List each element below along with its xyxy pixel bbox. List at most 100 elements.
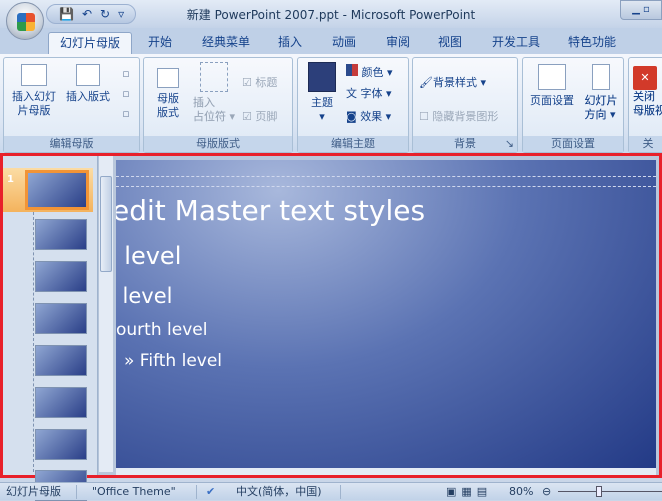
orientation-label: 幻灯片 方向 ▾ 幻灯片方向 — [585, 94, 618, 122]
close-full-label: 关闭母版视图 — [633, 90, 662, 118]
insert-placeholder-button[interactable]: 插入 占位符 ▾ 插入占位符 — [190, 62, 238, 124]
thumbnail-master[interactable] — [25, 170, 89, 210]
button-full-label: 插入占位符 — [192, 96, 226, 123]
thumbnail-layout[interactable] — [35, 345, 87, 376]
group-label: 母版版式 — [144, 136, 292, 152]
insert-slide-master-button[interactable]: 插入幻灯 片母版 — [7, 64, 61, 118]
background-styles-icon: 🖌 — [419, 76, 433, 89]
layout-connector — [33, 212, 34, 472]
tab-features[interactable]: 特色功能 — [562, 32, 622, 54]
tab-developer[interactable]: 开发工具 — [486, 32, 546, 54]
tab-slide-master[interactable]: 幻灯片母版 — [48, 32, 132, 54]
page-setup-icon — [538, 64, 566, 90]
effects-button[interactable]: ◙ 效果 ▾ — [346, 110, 391, 124]
placeholder-border — [116, 176, 656, 177]
group-label: 编辑主题 — [298, 136, 408, 152]
button-full-label: 幻灯片方向 — [584, 94, 618, 121]
fonts-button[interactable]: 文 字体 ▾ — [346, 87, 392, 101]
button-label: 页面设置 — [530, 94, 574, 107]
group-label: 背景 ↘ — [413, 136, 517, 152]
zoom-out-button[interactable]: ⊖ — [542, 483, 551, 500]
tab-animation[interactable]: 动画 — [326, 32, 362, 54]
slide-thumbnail-pane: 1 — [3, 156, 98, 501]
thumbnail-layout[interactable] — [35, 219, 87, 250]
tab-view[interactable]: 视图 — [432, 32, 468, 54]
zoom-slider[interactable] — [558, 491, 662, 492]
horizontal-scrollbar[interactable] — [116, 468, 656, 475]
slide-canvas[interactable]: edit Master text styles l level l level … — [116, 160, 656, 468]
thumbnail-layout[interactable] — [35, 261, 87, 292]
dialog-launcher-icon[interactable]: ↘ — [505, 136, 514, 152]
insert-master-icon — [21, 64, 47, 86]
theme-status: "Office Theme" — [92, 485, 176, 498]
effects-icon: ◙ — [346, 110, 357, 123]
hide-background-checkbox[interactable]: ☐ 隐藏背景图形 — [419, 110, 498, 124]
close-icon: ✕ — [633, 66, 657, 90]
status-divider — [196, 485, 197, 499]
small-master-tools[interactable]: ▫ ▫ ▫ — [118, 64, 134, 124]
group-master-layout: 母版 版式 插入 占位符 ▾ 插入占位符 ☑ 标题 ☑ 页脚 母版版式 — [143, 57, 293, 153]
fonts-icon: 文 — [346, 87, 357, 100]
tab-insert[interactable]: 插入 — [272, 32, 308, 54]
status-divider — [340, 485, 341, 499]
slide-orientation-button[interactable]: 幻灯片 方向 ▾ 幻灯片方向 — [579, 64, 623, 122]
scrollbar-thumb[interactable] — [100, 176, 112, 272]
office-button[interactable] — [6, 2, 44, 40]
button-label: 母版 — [157, 92, 179, 105]
button-full-label: 关闭母版视图 — [633, 90, 662, 117]
minimize-button[interactable]: ▁ ▫ — [620, 0, 662, 20]
text-level-2[interactable]: l level — [116, 242, 181, 270]
language-status[interactable]: 中文(简体，中国) — [236, 483, 322, 500]
text-level-3[interactable]: l level — [116, 284, 172, 308]
master-layout-button[interactable]: 母版 版式 — [148, 68, 188, 120]
orientation-full-label: 幻灯片方向 — [585, 94, 619, 122]
zoom-level[interactable]: 80% — [509, 483, 533, 500]
insert-layout-icon — [76, 64, 100, 86]
page-setup-button[interactable]: 页面设置 — [527, 64, 577, 108]
status-divider — [76, 485, 77, 499]
thumbnail-layout[interactable] — [35, 303, 87, 334]
title-checkbox[interactable]: ☑ 标题 — [242, 76, 277, 90]
group-edit-master: 插入幻灯 片母版 插入版式 ▫ ▫ ▫ 编辑母版 — [3, 57, 140, 153]
colors-icon — [346, 64, 358, 76]
tab-classic-menu[interactable]: 经典菜单 — [196, 32, 256, 54]
tab-review[interactable]: 审阅 — [380, 32, 416, 54]
theme-button[interactable]: 主题 ▾ — [304, 62, 340, 124]
view-status: 幻灯片母版 — [6, 485, 61, 498]
placeholder-full-label: 插入占位符 — [193, 96, 227, 124]
ribbon-tabs: 幻灯片母版 开始 经典菜单 插入 动画 审阅 视图 开发工具 特色功能 — [0, 28, 662, 54]
group-close: ✕ 关闭 母版视 关闭母版视图 关 — [628, 57, 662, 153]
thumbnail-scrollbar[interactable] — [98, 156, 113, 472]
master-layout-icon — [157, 68, 179, 88]
view-buttons[interactable]: ▣▦▤ — [446, 483, 492, 500]
tab-home[interactable]: 开始 — [140, 32, 180, 54]
placeholder-label: 插入 占位符 ▾ 插入占位符 — [193, 96, 235, 124]
zoom-slider-thumb[interactable] — [596, 486, 603, 497]
thumbnail-layout[interactable] — [35, 387, 87, 418]
close-master-view-button[interactable]: ✕ 关闭 母版视 关闭母版视图 — [633, 66, 662, 118]
master-title-text[interactable]: edit Master text styles — [116, 194, 425, 227]
text-level-4[interactable]: ourth level — [116, 320, 207, 340]
button-label: 插入幻灯 — [12, 90, 56, 103]
text-level-5[interactable]: » Fifth level — [124, 351, 222, 371]
group-edit-theme: 主题 ▾ 颜色 ▾ 文 字体 ▾ ◙ 效果 ▾ 编辑主题 — [297, 57, 409, 153]
insert-layout-button[interactable]: 插入版式 — [62, 64, 114, 104]
background-styles-button[interactable]: 🖌背景样式 ▾ — [419, 76, 486, 90]
group-page-setup: 页面设置 幻灯片 方向 ▾ 幻灯片方向 页面设置 — [522, 57, 624, 153]
close-label: 关闭 母版视 关闭母版视图 — [633, 90, 662, 118]
orientation-icon — [592, 64, 610, 90]
group-label: 关 — [629, 136, 662, 152]
spellcheck-icon[interactable]: ✔ — [206, 483, 215, 500]
footer-checkbox[interactable]: ☑ 页脚 — [242, 110, 277, 124]
status-bar: 幻灯片母版 "Office Theme" ✔ 中文(简体，中国) ▣▦▤ 80%… — [0, 482, 662, 500]
placeholder-border — [116, 186, 656, 187]
slide-number: 1 — [7, 174, 14, 185]
button-label: 插入版式 — [66, 90, 110, 103]
colors-button[interactable]: 颜色 ▾ — [346, 64, 393, 80]
window-title: 新建 PowerPoint 2007.ppt - Microsoft Power… — [186, 8, 476, 22]
thumbnail-layout[interactable] — [35, 429, 87, 460]
button-label: 版式 — [157, 106, 179, 119]
office-logo-icon — [17, 13, 35, 31]
placeholder-icon — [200, 62, 228, 92]
title-bar: 💾 ↶ ↻ ▿ 新建 PowerPoint 2007.ppt - Microso… — [0, 0, 662, 40]
